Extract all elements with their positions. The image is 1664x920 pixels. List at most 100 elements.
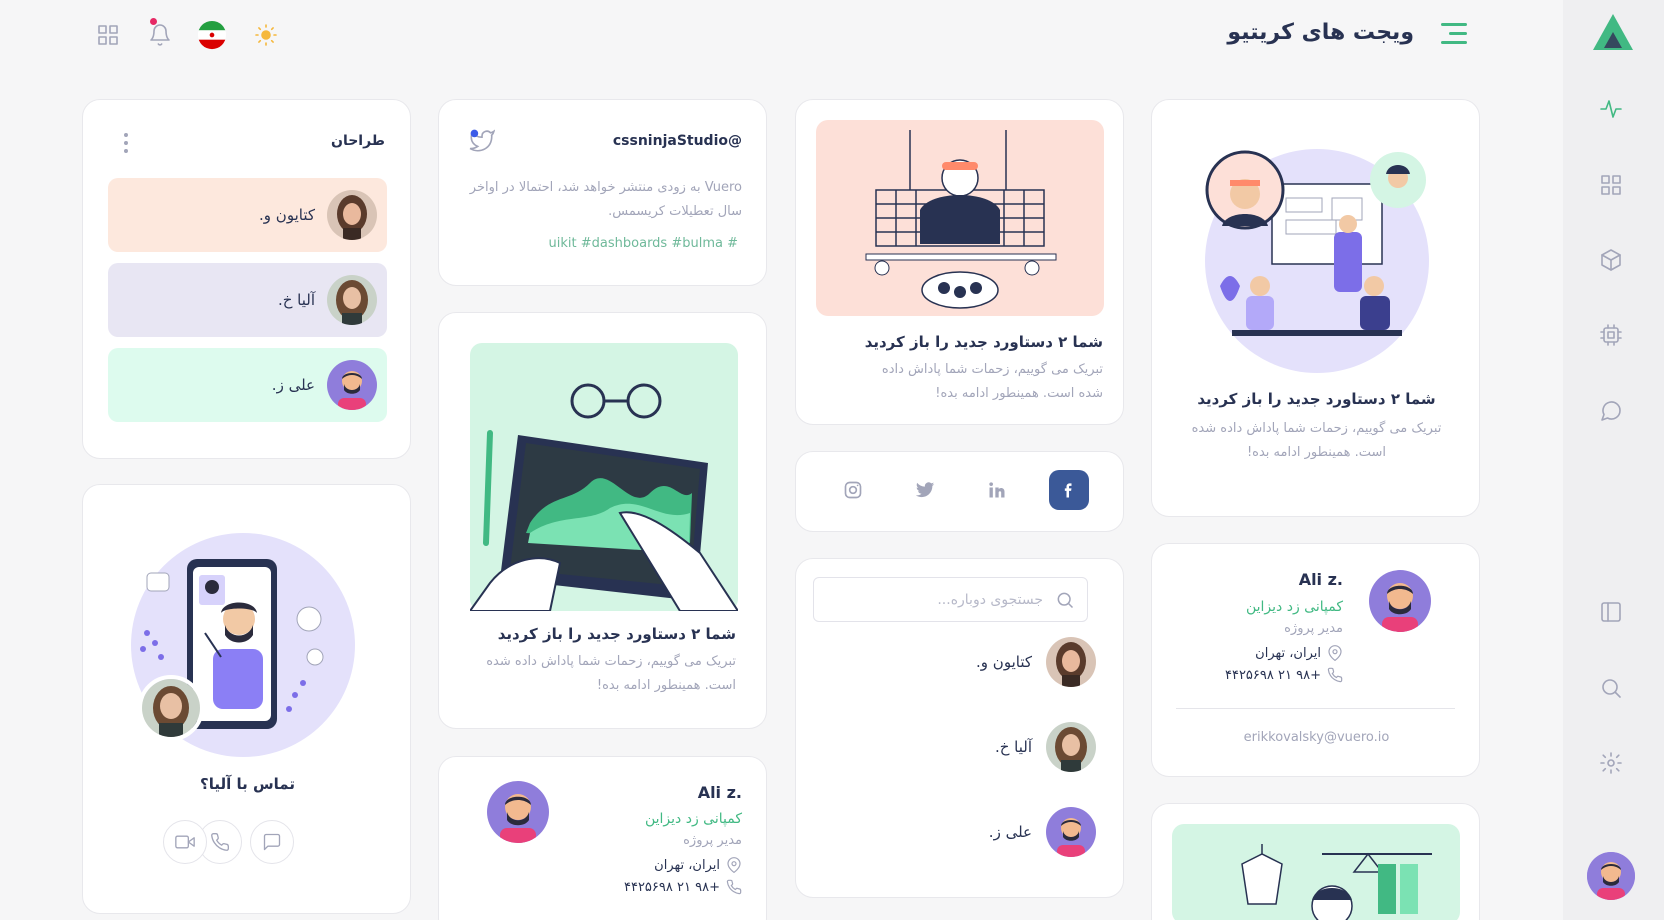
profile-card-2: Ali z. کمپانی زد دیزاین مدیر پروژه ایران… [438,756,767,920]
linkedin-icon [989,482,1005,498]
achievement-title: شما ۲ دستاورد جدید را باز کردید [1197,390,1436,408]
team-meeting-illustration [1205,149,1429,373]
bell-icon[interactable] [143,18,177,52]
phone-icon [211,832,230,851]
profile-phone: +۹۸ ۲۱ ۴۴۲۵۶۹۸ [1224,667,1321,683]
activity-icon[interactable] [1596,94,1626,124]
designer-row-2[interactable]: آلیا خ. [108,263,387,337]
tweet-handle: cssninjaStudio@ [612,133,742,149]
designer-row-3[interactable]: علی ز. [108,348,387,422]
achievement-text-line1: تبریک می گوییم، زحمات شما پاداش داده شده [486,654,736,669]
profile-role: مدیر پروژه [1284,621,1343,636]
chat-button[interactable] [250,820,294,864]
profile-avatar [487,781,549,843]
profile-company: کمپانی زد دیزاین [1245,599,1343,615]
achievement-title: شما ۲ دستاورد جدید را باز کردید [864,333,1103,351]
instagram-icon [844,481,862,499]
call-title: تماس با آلیا؟ [200,775,295,793]
settings-icon[interactable] [1596,748,1626,778]
fashion-illustration [1172,824,1460,920]
achievement-card-1: شما ۲ دستاورد جدید را باز کردید تبریک می… [1151,99,1480,517]
achievement-text-line1: تبریک می گوییم، زحمات شما پاداش داده [881,362,1103,377]
achievement-text-line1: تبریک می گوییم، زحمات شما پاداش داده شده [1191,421,1442,436]
tweet-text-line2: سال تعطیلات کریسمس. [608,204,742,219]
designer-name: کتایون و. [259,206,315,224]
message-square-icon [263,833,281,851]
search-icon[interactable] [1596,673,1626,703]
phone-icon [726,879,742,895]
profile-phone: +۹۸ ۲۱ ۴۴۲۵۶۹۸ [623,879,720,895]
user-avatar[interactable] [1587,852,1635,900]
person-name: آلیا خ. [994,738,1032,756]
twitter-icon[interactable] [469,128,495,154]
grid-icon[interactable] [1596,170,1626,200]
call-card: تماس با آلیا؟ [82,484,411,914]
designers-title: طراحان [331,133,385,149]
fashion-card [1151,803,1480,920]
profile-location: ایران، تهران [654,857,720,873]
search-input[interactable] [843,578,1043,621]
search-person-3[interactable]: علی ز. [989,807,1096,857]
notification-dot [150,18,157,25]
page-title: ویجت های کریتیو [1227,20,1414,45]
profile-phone-row: +۹۸ ۲۱ ۴۴۲۵۶۹۸ [1225,667,1343,683]
vuero-logo[interactable] [1591,12,1635,52]
profile-location: ایران، تهران [1255,645,1321,661]
sidebar-icon[interactable] [1596,597,1626,627]
sun-icon[interactable] [249,18,283,52]
tweet-tags[interactable]: uikit #dashboards #bulma # [549,236,738,251]
twitter-button[interactable] [905,470,945,510]
social-card [795,451,1124,532]
achievement-title: شما ۲ دستاورد جدید را باز کردید [497,625,736,643]
message-circle-icon[interactable] [1596,396,1626,426]
avatar [1046,637,1096,687]
profile-location-row: ایران، تهران [654,857,742,873]
profile-divider [1176,708,1455,709]
achievement-text-line2: شده است. همینطور ادامه بده! [935,386,1103,401]
profile-avatar [1369,570,1431,632]
profile-company: کمپانی زد دیزاین [644,811,742,827]
caller-avatar [138,675,204,741]
profile-name: Ali z. [1298,570,1343,589]
avatar [1046,807,1096,857]
apps-grid-icon[interactable] [91,18,125,52]
tweet-text-line1: Vuero به زودی منتشر خواهد شد، احتمالا در… [469,180,742,195]
video-button[interactable] [163,820,207,864]
designer-row-1[interactable]: کتایون و. [108,178,387,252]
search-people-card: کتایون و. آلیا خ. علی ز. [795,558,1124,898]
profile-card: Ali z. کمپانی زد دیزاین مدیر پروژه ایران… [1151,543,1480,777]
tweet-card: cssninjaStudio@ Vuero به زودی منتشر خواه… [438,99,767,286]
designer-name: آلیا خ. [277,291,315,309]
video-icon [175,835,195,849]
avatar [327,360,377,410]
sushi-chef-illustration [816,120,1104,316]
linkedin-button[interactable] [977,470,1017,510]
search-icon [1057,592,1074,609]
person-name: کتایون و. [976,653,1032,671]
profile-phone-row: +۹۸ ۲۱ ۴۴۲۵۶۹۸ [624,879,742,895]
search-person-2[interactable]: آلیا خ. [995,722,1096,772]
cpu-icon[interactable] [1596,320,1626,350]
profile-name: Ali z. [697,783,742,802]
achievement-card-3: شما ۲ دستاورد جدید را باز کردید تبریک می… [795,99,1124,425]
phone-icon [1327,667,1343,683]
search-field[interactable] [813,577,1088,622]
facebook-button[interactable] [1049,470,1089,510]
designers-card: طراحان کتایون و. آلیا خ. علی ز. [82,99,411,459]
map-pin-icon [1328,645,1342,661]
side-rail [1563,0,1664,920]
person-name: علی ز. [988,823,1032,841]
achievement-text-line2: است. همینطور ادامه بده! [596,678,736,693]
box-icon[interactable] [1596,245,1626,275]
more-vertical-icon[interactable] [121,132,131,154]
iran-flag-icon[interactable] [195,18,229,52]
achievement-card-2: شما ۲ دستاورد جدید را باز کردید تبریک می… [438,312,767,729]
achievement-text-line2: است. همینطور ادامه بده! [1246,445,1387,460]
avatar [1046,722,1096,772]
tablet-chart-illustration [470,343,738,611]
search-person-1[interactable]: کتایون و. [976,637,1096,687]
instagram-button[interactable] [833,470,873,510]
twitter-icon [915,482,935,498]
profile-email[interactable]: erikkovalsky@vuero.io [1152,730,1481,745]
menu-toggle-button[interactable] [1437,20,1467,48]
